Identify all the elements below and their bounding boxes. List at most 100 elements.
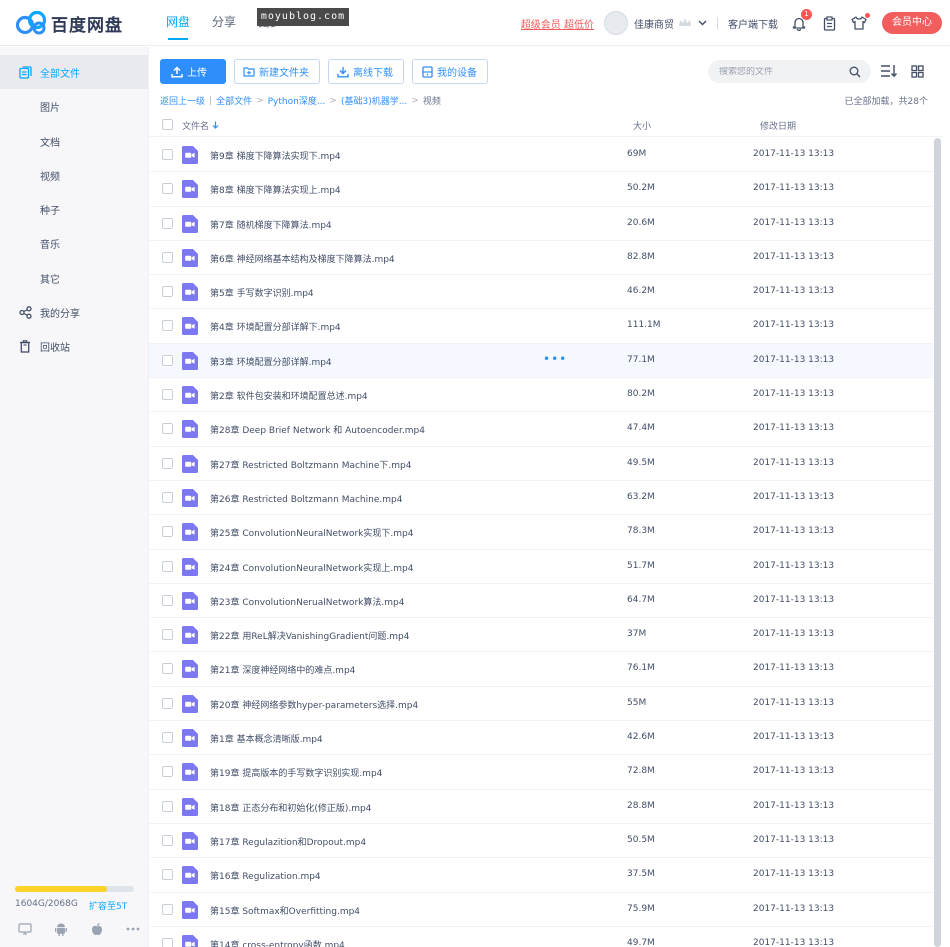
breadcrumb-back-link[interactable]: 返回上一级: [160, 94, 205, 107]
sidebar-item-images[interactable]: 图片: [0, 89, 148, 123]
table-row[interactable]: 第1章 基本概念清晰版.mp4 42.6M 2017-11-13 13:13: [149, 721, 933, 756]
row-checkbox[interactable]: [162, 594, 173, 606]
sidebar-item-my-shares[interactable]: 我的分享: [0, 295, 148, 329]
file-name[interactable]: 第26章 Restricted Boltzmann Machine.mp4: [210, 492, 402, 505]
sidebar-item-videos[interactable]: 视频: [0, 158, 148, 192]
table-row[interactable]: 第28章 Deep Brief Network 和 Autoencoder.mp…: [149, 412, 933, 447]
table-row[interactable]: 第23章 ConvolutionNerualNetwork算法.mp4 64.7M…: [149, 584, 933, 619]
file-name[interactable]: 第15章 Softmax和Overfitting.mp4: [210, 904, 360, 917]
row-checkbox[interactable]: [162, 217, 173, 229]
chevron-down-icon[interactable]: [698, 18, 707, 29]
row-checkbox[interactable]: [162, 663, 173, 675]
file-name[interactable]: 第7章 随机梯度下降算法.mp4: [210, 218, 332, 231]
row-checkbox[interactable]: [162, 834, 173, 846]
search-icon[interactable]: [849, 66, 861, 78]
vip-promo-link[interactable]: 超级会员 超低价: [521, 16, 594, 31]
breadcrumb-item[interactable]: 全部文件: [216, 94, 252, 107]
file-name[interactable]: 第16章 Regulization.mp4: [210, 869, 321, 882]
file-name[interactable]: 第23章 ConvolutionNerualNetwork算法.mp4: [210, 595, 404, 608]
row-checkbox[interactable]: [162, 869, 173, 881]
row-checkbox[interactable]: [162, 457, 173, 469]
row-checkbox[interactable]: [162, 766, 173, 778]
table-row[interactable]: 第25章 ConvolutionNeuralNetwork实现下.mp4 78.3…: [149, 515, 933, 550]
sidebar-item-other[interactable]: 其它: [0, 261, 148, 295]
avatar[interactable]: [604, 11, 628, 35]
file-name[interactable]: 第9章 梯度下降算法实现下.mp4: [210, 149, 341, 162]
table-row[interactable]: 第27章 Restricted Boltzmann Machine下.mp4 49…: [149, 447, 933, 481]
baidu-pan-logo[interactable]: 百度网盘: [15, 10, 123, 36]
row-checkbox[interactable]: [162, 732, 173, 744]
row-checkbox[interactable]: [162, 800, 173, 812]
table-row[interactable]: 第2章 软件包安装和环境配置总述.mp4 80.2M 2017-11-13 13:1…: [149, 378, 933, 413]
row-checkbox[interactable]: [162, 903, 173, 915]
sidebar-item-torrents[interactable]: 种子: [0, 192, 148, 226]
offline-download-button[interactable]: 离线下载: [328, 59, 404, 84]
table-row[interactable]: 第24章 ConvolutionNeuralNetwork实现上.mp4 51.7…: [149, 550, 933, 584]
table-row[interactable]: 第20章 神经网络参数hyper-parameters选择.mp4 55M 2017…: [149, 687, 933, 722]
table-row[interactable]: 第22章 用ReL解决VanishingGradient问题.mp4 37M 201…: [149, 618, 933, 653]
table-row[interactable]: 第6章 神经网络基本结构及梯度下降算法.mp4 82.8M 2017-11-13 1…: [149, 241, 933, 276]
file-name[interactable]: 第5章 手写数字识别.mp4: [210, 286, 314, 299]
table-row[interactable]: 第4章 环境配置分部详解下.mp4 111.1M 2017-11-13 13:13: [149, 309, 933, 344]
my-devices-button[interactable]: 我的设备: [412, 59, 488, 84]
file-name[interactable]: 第25章 ConvolutionNeuralNetwork实现下.mp4: [210, 526, 413, 539]
row-checkbox[interactable]: [162, 354, 173, 366]
android-icon[interactable]: [53, 922, 69, 936]
sort-icon[interactable]: [880, 63, 898, 79]
apple-icon[interactable]: [89, 922, 105, 936]
search-input[interactable]: [719, 66, 847, 77]
nav-item-share[interactable]: 分享: [212, 0, 236, 46]
table-row[interactable]: 第9章 梯度下降算法实现下.mp4 69M 2017-11-13 13:13: [149, 138, 933, 173]
file-name[interactable]: 第21章 深度神经网络中的难点.mp4: [210, 663, 355, 676]
table-row[interactable]: 第8章 梯度下降算法实现上.mp4 50.2M 2017-11-13 13:13: [149, 172, 933, 207]
row-checkbox[interactable]: [162, 423, 173, 435]
desktop-icon[interactable]: [17, 922, 33, 936]
expand-storage-link[interactable]: 扩容至5T: [89, 899, 127, 912]
row-checkbox[interactable]: [162, 320, 173, 332]
sidebar-item-recycle-bin[interactable]: 回收站: [0, 329, 148, 363]
file-name[interactable]: 第2章 软件包安装和环境配置总述.mp4: [210, 389, 368, 402]
breadcrumb-item[interactable]: Python深度...: [268, 94, 326, 107]
file-name[interactable]: 第8章 梯度下降算法实现上.mp4: [210, 183, 341, 196]
file-name[interactable]: 第17章 Regulazition和Dropout.mp4: [210, 835, 366, 848]
file-name[interactable]: 第28章 Deep Brief Network 和 Autoencoder.mp…: [210, 423, 425, 436]
column-header-date[interactable]: 修改日期: [760, 119, 796, 132]
table-row[interactable]: 第16章 Regulization.mp4 37.5M 2017-11-13 13:…: [149, 858, 933, 893]
clipboard-icon[interactable]: [820, 14, 838, 32]
sidebar-item-all-files[interactable]: 全部文件: [0, 55, 148, 89]
breadcrumb-item[interactable]: (基础3)机器学...: [341, 94, 407, 107]
table-row[interactable]: 第7章 随机梯度下降算法.mp4 20.6M 2017-11-13 13:13: [149, 207, 933, 241]
file-name[interactable]: 第3章 环境配置分部详解.mp4: [210, 355, 332, 368]
client-download-link[interactable]: 客户端下载: [728, 16, 778, 31]
nav-item-netdisk[interactable]: 网盘: [166, 0, 190, 46]
file-name[interactable]: 第4章 环境配置分部详解下.mp4: [210, 320, 341, 333]
more-actions-icon[interactable]: •••: [543, 353, 567, 365]
row-checkbox[interactable]: [162, 251, 173, 263]
username[interactable]: 佳康商贸: [634, 16, 674, 31]
column-header-name[interactable]: 文件名: [182, 119, 219, 132]
more-icon[interactable]: [125, 922, 141, 936]
table-row[interactable]: 第17章 Regulazition和Dropout.mp4 50.5M 2017-1…: [149, 824, 933, 859]
sidebar-item-music[interactable]: 音乐: [0, 226, 148, 260]
table-row[interactable]: 第3章 环境配置分部详解.mp4 ••• 77.1M 2017-11-13 13:13: [149, 343, 933, 379]
row-checkbox[interactable]: [162, 560, 173, 572]
upload-button[interactable]: 上传: [160, 59, 226, 84]
table-row[interactable]: 第5章 手写数字识别.mp4 46.2M 2017-11-13 13:13: [149, 275, 933, 310]
table-row[interactable]: 第21章 深度神经网络中的难点.mp4 76.1M 2017-11-13 13:13: [149, 652, 933, 687]
table-row[interactable]: 第14章 cross-entropy函数.mp4 49.7M 2017-11-13 …: [149, 927, 933, 947]
file-name[interactable]: 第22章 用ReL解决VanishingGradient问题.mp4: [210, 629, 409, 642]
row-checkbox[interactable]: [162, 629, 173, 641]
row-checkbox[interactable]: [162, 149, 173, 160]
row-checkbox[interactable]: [162, 526, 173, 538]
table-row[interactable]: 第18章 正态分布和初始化(修正版).mp4 28.8M 2017-11-13 13…: [149, 790, 933, 824]
file-name[interactable]: 第19章 提高版本的手写数字识别实现.mp4: [210, 766, 382, 779]
row-checkbox[interactable]: [162, 491, 173, 503]
file-name[interactable]: 第1章 基本概念清晰版.mp4: [210, 732, 323, 745]
scrollbar[interactable]: [934, 138, 941, 947]
row-checkbox[interactable]: [162, 183, 173, 195]
table-row[interactable]: 第26章 Restricted Boltzmann Machine.mp4 63.…: [149, 481, 933, 516]
grid-view-icon[interactable]: [908, 63, 926, 79]
new-folder-button[interactable]: 新建文件夹: [234, 59, 320, 84]
row-checkbox[interactable]: [162, 389, 173, 401]
file-name[interactable]: 第14章 cross-entropy函数.mp4: [210, 938, 345, 947]
